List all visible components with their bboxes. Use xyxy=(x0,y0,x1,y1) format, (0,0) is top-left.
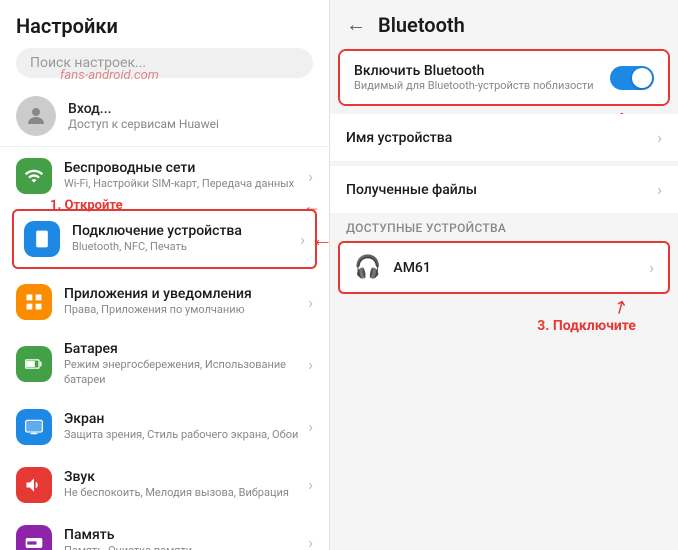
settings-item-network[interactable]: Беспроводные сети Wi-Fi, Настройки SIM-к… xyxy=(0,147,329,205)
display-icon xyxy=(16,409,52,445)
user-info: Вход... Доступ к сервисам Huawei xyxy=(68,101,219,131)
devices-section-label: ДОСТУПНЫЕ УСТРОЙСТВА xyxy=(330,213,678,239)
display-sub: Защита зрения, Стиль рабочего экрана, Об… xyxy=(64,427,308,442)
received-files-row[interactable]: Полученные файлы › xyxy=(330,166,678,213)
apps-sub: Права, Приложения по умолчанию xyxy=(64,302,308,317)
storage-text: Память Память, Очистка памяти xyxy=(64,527,308,550)
apps-text: Приложения и уведомления Права, Приложен… xyxy=(64,286,308,317)
network-text: Беспроводные сети Wi-Fi, Настройки SIM-к… xyxy=(64,160,308,191)
user-sub: Доступ к сервисам Huawei xyxy=(68,117,219,131)
settings-item-display[interactable]: Экран Защита зрения, Стиль рабочего экра… xyxy=(0,398,329,456)
settings-item-apps[interactable]: Приложения и уведомления Права, Приложен… xyxy=(0,273,329,331)
left-panel: Настройки Поиск настроек... Вход... Дост… xyxy=(0,0,330,550)
settings-item-battery[interactable]: Батарея Режим энергосбережения, Использо… xyxy=(0,331,329,398)
chevron-dname-icon: › xyxy=(657,128,662,147)
settings-item-device[interactable]: Подключение устройства Bluetooth, NFC, П… xyxy=(12,209,317,269)
apps-icon xyxy=(16,284,52,320)
chevron-files-icon: › xyxy=(657,180,662,199)
chevron-device-icon: › xyxy=(300,230,305,249)
device-sub: Bluetooth, NFC, Печать xyxy=(72,239,300,254)
battery-text: Батарея Режим энергосбережения, Использо… xyxy=(64,341,308,388)
chevron-display-icon: › xyxy=(308,417,313,436)
storage-icon xyxy=(16,525,52,550)
storage-title: Память xyxy=(64,527,308,543)
bluetooth-enable-section: Включить Bluetooth Видимый для Bluetooth… xyxy=(338,49,670,106)
search-box[interactable]: Поиск настроек... xyxy=(16,48,313,78)
chevron-storage-icon: › xyxy=(308,533,313,550)
display-text: Экран Защита зрения, Стиль рабочего экра… xyxy=(64,411,308,442)
battery-sub: Режим энергосбережения, Использование ба… xyxy=(64,357,308,388)
chevron-sound-icon: › xyxy=(308,475,313,494)
battery-icon xyxy=(16,346,52,382)
right-header: ← Bluetooth xyxy=(330,0,678,49)
bt-enable-sub: Видимый для Bluetooth-устройств поблизос… xyxy=(354,79,610,92)
apps-title: Приложения и уведомления xyxy=(64,286,308,302)
device-am61-name: AM61 xyxy=(393,260,649,276)
arrow-device: ← xyxy=(311,226,329,252)
settings-title: Настройки xyxy=(16,14,313,38)
settings-item-storage[interactable]: Память Память, Очистка памяти › xyxy=(0,514,329,550)
settings-item-sound[interactable]: Звук Не беспокоить, Мелодия вызова, Вибр… xyxy=(0,456,329,514)
back-button[interactable]: ← xyxy=(346,12,366,37)
bt-enable-text: Включить Bluetooth Видимый для Bluetooth… xyxy=(354,63,610,92)
display-title: Экран xyxy=(64,411,308,427)
settings-list: Беспроводные сети Wi-Fi, Настройки SIM-к… xyxy=(0,147,329,550)
sound-text: Звук Не беспокоить, Мелодия вызова, Вибр… xyxy=(64,469,308,500)
bt-enable-title: Включить Bluetooth xyxy=(354,63,610,79)
device-container: 🎧 AM61 › ↗ 3. Подключите xyxy=(330,239,678,296)
chevron-apps-icon: › xyxy=(308,293,313,312)
device-name-item[interactable]: Имя устройства › xyxy=(330,114,678,161)
chevron-device2-icon: › xyxy=(649,258,654,277)
user-row[interactable]: Вход... Доступ к сервисам Huawei xyxy=(0,86,329,147)
sound-title: Звук xyxy=(64,469,308,485)
device-name-row[interactable]: Имя устройства › xyxy=(330,114,678,162)
battery-title: Батарея xyxy=(64,341,308,357)
arrow-device2: ↗ xyxy=(609,295,633,321)
network-title: Беспроводные сети xyxy=(64,160,308,176)
sound-icon xyxy=(16,467,52,503)
sound-sub: Не беспокоить, Мелодия вызова, Вибрация xyxy=(64,485,308,500)
storage-sub: Память, Очистка памяти xyxy=(64,543,308,550)
network-sub: Wi-Fi, Настройки SIM-карт, Передача данн… xyxy=(64,176,308,191)
right-panel: ← Bluetooth Включить Bluetooth Видимый д… xyxy=(330,0,678,550)
toggle-thumb xyxy=(632,68,652,88)
bluetooth-toggle[interactable] xyxy=(610,66,654,90)
received-files-item[interactable]: Полученные файлы › xyxy=(330,166,678,213)
search-placeholder: Поиск настроек... xyxy=(30,55,146,71)
step1-label: 1. Откройте xyxy=(50,198,123,213)
device-conn-icon xyxy=(24,221,60,257)
bt-enable-row[interactable]: Включить Bluetooth Видимый для Bluetooth… xyxy=(340,51,668,104)
step3-label: 3. Подключите xyxy=(537,318,636,334)
chevron-icon: › xyxy=(308,167,313,186)
avatar xyxy=(16,96,56,136)
am61-device-row[interactable]: 🎧 AM61 › xyxy=(338,241,670,294)
user-name: Вход... xyxy=(68,101,219,117)
left-header: Настройки Поиск настроек... xyxy=(0,0,329,86)
device-title: Подключение устройства xyxy=(72,223,300,239)
device-text: Подключение устройства Bluetooth, NFC, П… xyxy=(72,223,300,254)
device-name-label: Имя устройства xyxy=(346,130,657,146)
bluetooth-title: Bluetooth xyxy=(378,13,465,37)
chevron-battery-icon: › xyxy=(308,355,313,374)
received-files-label: Полученные файлы xyxy=(346,182,657,198)
wifi-icon xyxy=(16,158,52,194)
headphone-icon: 🎧 xyxy=(354,255,381,280)
